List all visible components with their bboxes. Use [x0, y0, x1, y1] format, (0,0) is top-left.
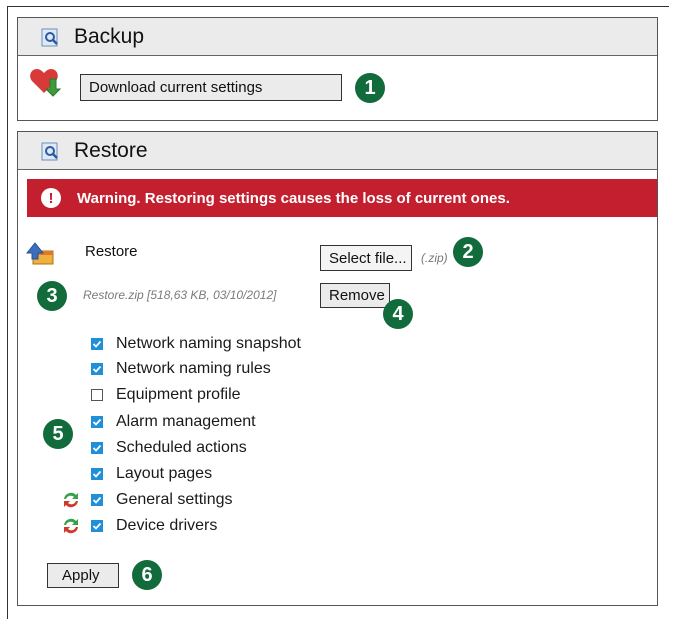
callout-badge-4: 4 [383, 299, 413, 329]
option-label: Network naming snapshot [116, 335, 301, 352]
callout-badge-6: 6 [132, 560, 162, 590]
warning-text: Warning. Restoring settings causes the l… [77, 189, 510, 207]
option-label: Alarm management [116, 413, 256, 430]
option-checkbox[interactable] [91, 338, 103, 350]
option-label: Equipment profile [116, 386, 241, 403]
restore-title: Restore [74, 138, 148, 162]
warning-banner: ! Warning. Restoring settings causes the… [27, 179, 657, 217]
option-row[interactable]: Network naming rules [91, 358, 271, 380]
option-label: Network naming rules [116, 360, 271, 377]
restore-panel: Restore ! Warning. Restoring settings ca… [17, 131, 658, 606]
select-file-button[interactable]: Select file... [320, 245, 412, 271]
option-row[interactable]: General settings [91, 489, 233, 511]
option-row[interactable]: Network naming snapshot [91, 333, 301, 355]
sync-icon [61, 516, 81, 536]
option-row[interactable]: Equipment profile [91, 384, 241, 406]
heart-download-icon [28, 65, 62, 99]
backup-header: Backup [18, 18, 657, 56]
magnifier-icon [40, 140, 62, 162]
backup-panel: Backup Download current settings 1 [17, 17, 658, 121]
checkmark-icon [92, 470, 102, 478]
option-label: General settings [116, 491, 233, 508]
download-settings-button[interactable]: Download current settings [80, 74, 342, 101]
option-checkbox[interactable] [91, 389, 103, 401]
option-checkbox[interactable] [91, 494, 103, 506]
checkmark-icon [92, 496, 102, 504]
option-checkbox[interactable] [91, 442, 103, 454]
checkmark-icon [92, 340, 102, 348]
option-checkbox[interactable] [91, 363, 103, 375]
sync-icon [61, 490, 81, 510]
remove-file-button[interactable]: Remove [320, 283, 390, 308]
option-label: Layout pages [116, 465, 213, 482]
option-row[interactable]: Device drivers [91, 515, 217, 537]
restore-box-icon [23, 235, 57, 269]
option-row[interactable]: Layout pages [91, 463, 212, 485]
callout-badge-2: 2 [453, 237, 483, 267]
magnifier-icon [40, 26, 62, 48]
option-row[interactable]: Scheduled actions [91, 437, 247, 459]
restore-label: Restore [85, 243, 138, 260]
restore-header: Restore [18, 132, 657, 170]
option-label: Scheduled actions [116, 439, 247, 456]
option-checkbox[interactable] [91, 468, 103, 480]
callout-badge-5: 5 [43, 419, 73, 449]
checkmark-icon [92, 418, 102, 426]
option-checkbox[interactable] [91, 416, 103, 428]
checkmark-icon [92, 365, 102, 373]
selected-file-info: Restore.zip [518,63 KB, 03/10/2012] [83, 288, 277, 302]
backup-title: Backup [74, 24, 145, 48]
option-checkbox[interactable] [91, 520, 103, 532]
callout-badge-1: 1 [355, 73, 385, 103]
apply-button[interactable]: Apply [47, 563, 119, 588]
checkmark-icon [92, 444, 102, 452]
checkmark-icon [92, 522, 102, 530]
option-row[interactable]: Alarm management [91, 411, 256, 433]
file-type-hint: (.zip) [421, 251, 448, 265]
exclamation-icon: ! [41, 188, 61, 208]
option-label: Device drivers [116, 517, 218, 534]
callout-badge-3: 3 [37, 281, 67, 311]
